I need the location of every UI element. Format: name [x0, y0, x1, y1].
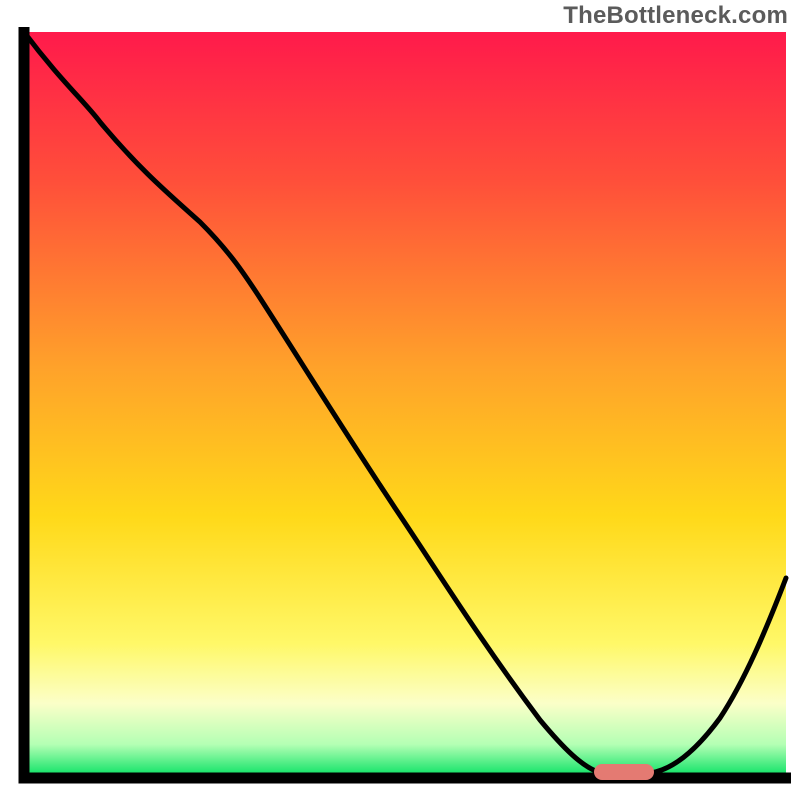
chart-svg	[0, 0, 800, 800]
chart-stage: TheBottleneck.com	[0, 0, 800, 800]
optimal-marker	[594, 764, 654, 780]
watermark-text: TheBottleneck.com	[563, 2, 788, 30]
heat-background	[24, 32, 786, 778]
